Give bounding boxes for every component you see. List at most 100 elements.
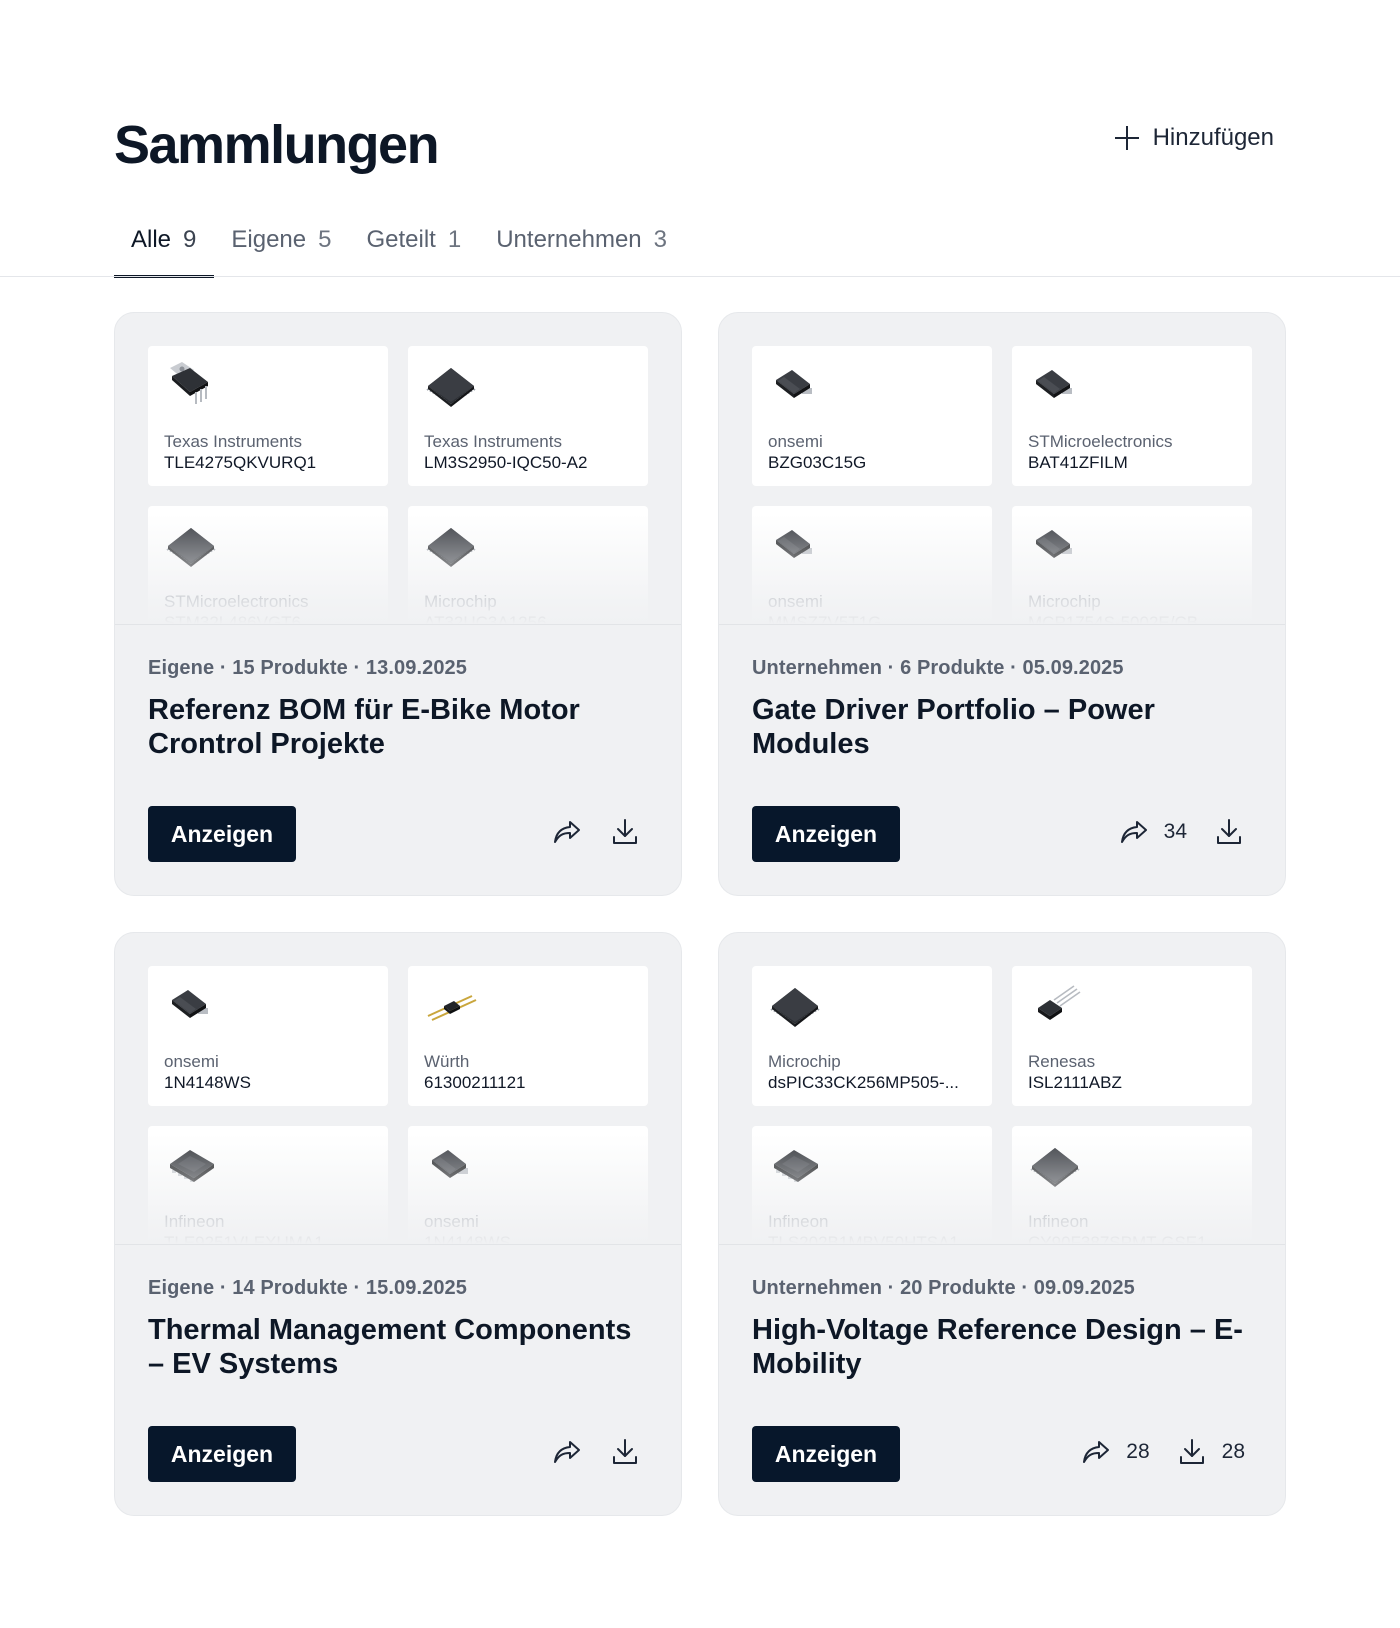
card-actions: 28 28	[1080, 1436, 1245, 1468]
product-part-number: MMSZ7V5T1G	[768, 613, 882, 624]
product-manufacturer: onsemi	[768, 432, 823, 451]
share-count: 28	[1126, 1440, 1150, 1463]
product-tile[interactable]: Texas Instruments TLE4275QKVURQ1	[148, 346, 388, 486]
product-tile[interactable]: Infineon CY90F387SPMT-GSE1	[1012, 1126, 1252, 1244]
sod-icon	[768, 522, 822, 570]
product-tile[interactable]: Infineon TLE9251VLEXUMA1	[148, 1126, 388, 1244]
product-tile[interactable]: onsemi 1N4148WS	[148, 966, 388, 1106]
view-collection-button[interactable]: Anzeigen	[148, 806, 296, 862]
tab-count: 3	[653, 226, 667, 253]
share-button[interactable]	[551, 816, 583, 848]
product-preview-grid: onsemi BZG03C15G STMicroelectronics BAT41ZF…	[752, 346, 1254, 624]
download-button[interactable]	[609, 1436, 641, 1468]
product-tile[interactable]: Microchip MCP1754S-5002E/CB	[1012, 506, 1252, 624]
download-icon	[1176, 1436, 1208, 1468]
tab-alle[interactable]: Alle 9	[114, 222, 215, 278]
product-manufacturer: Infineon	[768, 1212, 829, 1231]
product-preview-grid: Texas Instruments TLE4275QKVURQ1 Texas Ins…	[148, 346, 650, 624]
collection-title: High-Voltage Reference Design – E-Mobili…	[752, 1314, 1243, 1380]
qfp-icon	[424, 522, 478, 570]
download-count: 28	[1221, 1440, 1245, 1463]
product-manufacturer: Microchip	[1028, 592, 1101, 611]
add-collection-button[interactable]: Hinzufügen	[1114, 124, 1274, 152]
product-tile[interactable]: Microchip dsPIC33CK256MP505-...	[752, 966, 992, 1106]
product-manufacturer: Texas Instruments	[164, 432, 302, 451]
tab-label: Unternehmen	[496, 226, 642, 253]
plus-icon	[1114, 126, 1139, 150]
product-tile[interactable]: Renesas ISL2111ABZ	[1012, 966, 1252, 1106]
product-part-number: 1N4148WS	[424, 1233, 511, 1244]
page-header: Sammlungen Hinzufügen	[114, 110, 1274, 180]
tab-count: 9	[183, 226, 197, 253]
product-tile[interactable]: onsemi 1N4148WS	[408, 1126, 648, 1244]
product-tile[interactable]: STMicroelectronics BAT41ZFILM	[1012, 346, 1252, 486]
card-divider	[719, 624, 1285, 625]
to220-icon	[164, 362, 218, 410]
product-part-number: dsPIC33CK256MP505-...	[768, 1073, 959, 1092]
collection-card: Microchip dsPIC33CK256MP505-... Renesas ISL…	[718, 932, 1286, 1516]
collection-title: Gate Driver Portfolio – Power Modules	[752, 694, 1155, 760]
header-pin-icon	[424, 982, 478, 1030]
share-button[interactable]: 34	[1118, 816, 1187, 848]
product-tile[interactable]: onsemi BZG03C15G	[752, 346, 992, 486]
product-preview-grid: onsemi 1N4148WS Würth 61300211121 Infineon TL…	[148, 966, 650, 1244]
product-part-number: TLE9251VLEXUMA1	[164, 1233, 324, 1244]
product-tile[interactable]: Microchip AT32UC3A1256	[408, 506, 648, 624]
collection-tabs: Alle 9 Eigene 5 Geteilt 1 Unternehmen 3	[114, 222, 685, 278]
product-manufacturer: Renesas	[1028, 1052, 1096, 1071]
download-icon	[1213, 816, 1245, 848]
product-manufacturer: Infineon	[1028, 1212, 1089, 1231]
product-part-number: TLE4275QKVURQ1	[164, 453, 317, 472]
tab-eigene[interactable]: Eigene 5	[214, 222, 349, 274]
card-actions: 34	[1118, 816, 1245, 848]
share-icon	[551, 816, 583, 848]
product-preview-grid: Microchip dsPIC33CK256MP505-... Renesas ISL…	[752, 966, 1254, 1244]
sod-icon	[424, 1142, 478, 1190]
tab-geteilt[interactable]: Geteilt 1	[349, 222, 479, 274]
tab-count: 1	[447, 226, 462, 253]
tab-unternehmen[interactable]: Unternehmen 3	[479, 222, 685, 274]
card-actions	[551, 816, 641, 848]
product-part-number: TLS202B1MBV50HTSA1	[768, 1233, 959, 1244]
card-divider	[719, 1244, 1285, 1245]
share-button[interactable]	[551, 1436, 583, 1468]
collection-title: Thermal Management Components – EV Syste…	[148, 1314, 632, 1380]
download-icon	[609, 1436, 641, 1468]
download-button[interactable]	[1213, 816, 1245, 848]
share-icon	[551, 1436, 583, 1468]
tabs-divider	[0, 276, 1400, 277]
product-tile[interactable]: Texas Instruments LM3S2950-IQC50-A2	[408, 346, 648, 486]
collections-grid: Texas Instruments TLE4275QKVURQ1 Texas Ins…	[114, 312, 1286, 1516]
product-tile[interactable]: STMicroelectronics STM32L486VGT6	[148, 506, 388, 624]
tab-label: Geteilt	[366, 226, 436, 253]
qfp-icon	[768, 982, 822, 1030]
download-button[interactable]	[609, 816, 641, 848]
product-part-number: STM32L486VGT6	[164, 613, 302, 624]
download-button[interactable]: 28	[1176, 1436, 1245, 1468]
tab-label: Alle	[131, 226, 172, 253]
product-part-number: BAT41ZFILM	[1028, 453, 1128, 472]
product-tile[interactable]: onsemi MMSZ7V5T1G	[752, 506, 992, 624]
tab-count: 5	[318, 226, 332, 253]
view-collection-button[interactable]: Anzeigen	[752, 806, 900, 862]
product-manufacturer: Microchip	[768, 1052, 841, 1071]
page-title: Sammlungen	[114, 115, 440, 175]
product-part-number: CY90F387SPMT-GSE1	[1028, 1233, 1207, 1244]
product-part-number: LM3S2950-IQC50-A2	[424, 453, 588, 472]
collection-meta: Eigene · 14 Produkte · 15.09.2025	[148, 1277, 468, 1299]
card-divider	[115, 624, 681, 625]
view-collection-button[interactable]: Anzeigen	[148, 1426, 296, 1482]
product-manufacturer: onsemi	[164, 1052, 219, 1071]
download-icon	[609, 816, 641, 848]
collection-meta: Unternehmen · 6 Produkte · 05.09.2025	[752, 657, 1124, 679]
share-count: 34	[1163, 820, 1187, 843]
collection-meta: Eigene · 15 Produkte · 13.09.2025	[148, 657, 468, 679]
share-button[interactable]: 28	[1080, 1436, 1150, 1468]
product-manufacturer: STMicroelectronics	[1028, 432, 1173, 451]
view-collection-button[interactable]: Anzeigen	[752, 1426, 900, 1482]
collection-meta: Unternehmen · 20 Produkte · 09.09.2025	[752, 1277, 1135, 1299]
product-tile[interactable]: Infineon TLS202B1MBV50HTSA1	[752, 1126, 992, 1244]
product-manufacturer: onsemi	[424, 1212, 479, 1231]
product-tile[interactable]: Würth 61300211121	[408, 966, 648, 1106]
card-actions	[551, 1436, 641, 1468]
